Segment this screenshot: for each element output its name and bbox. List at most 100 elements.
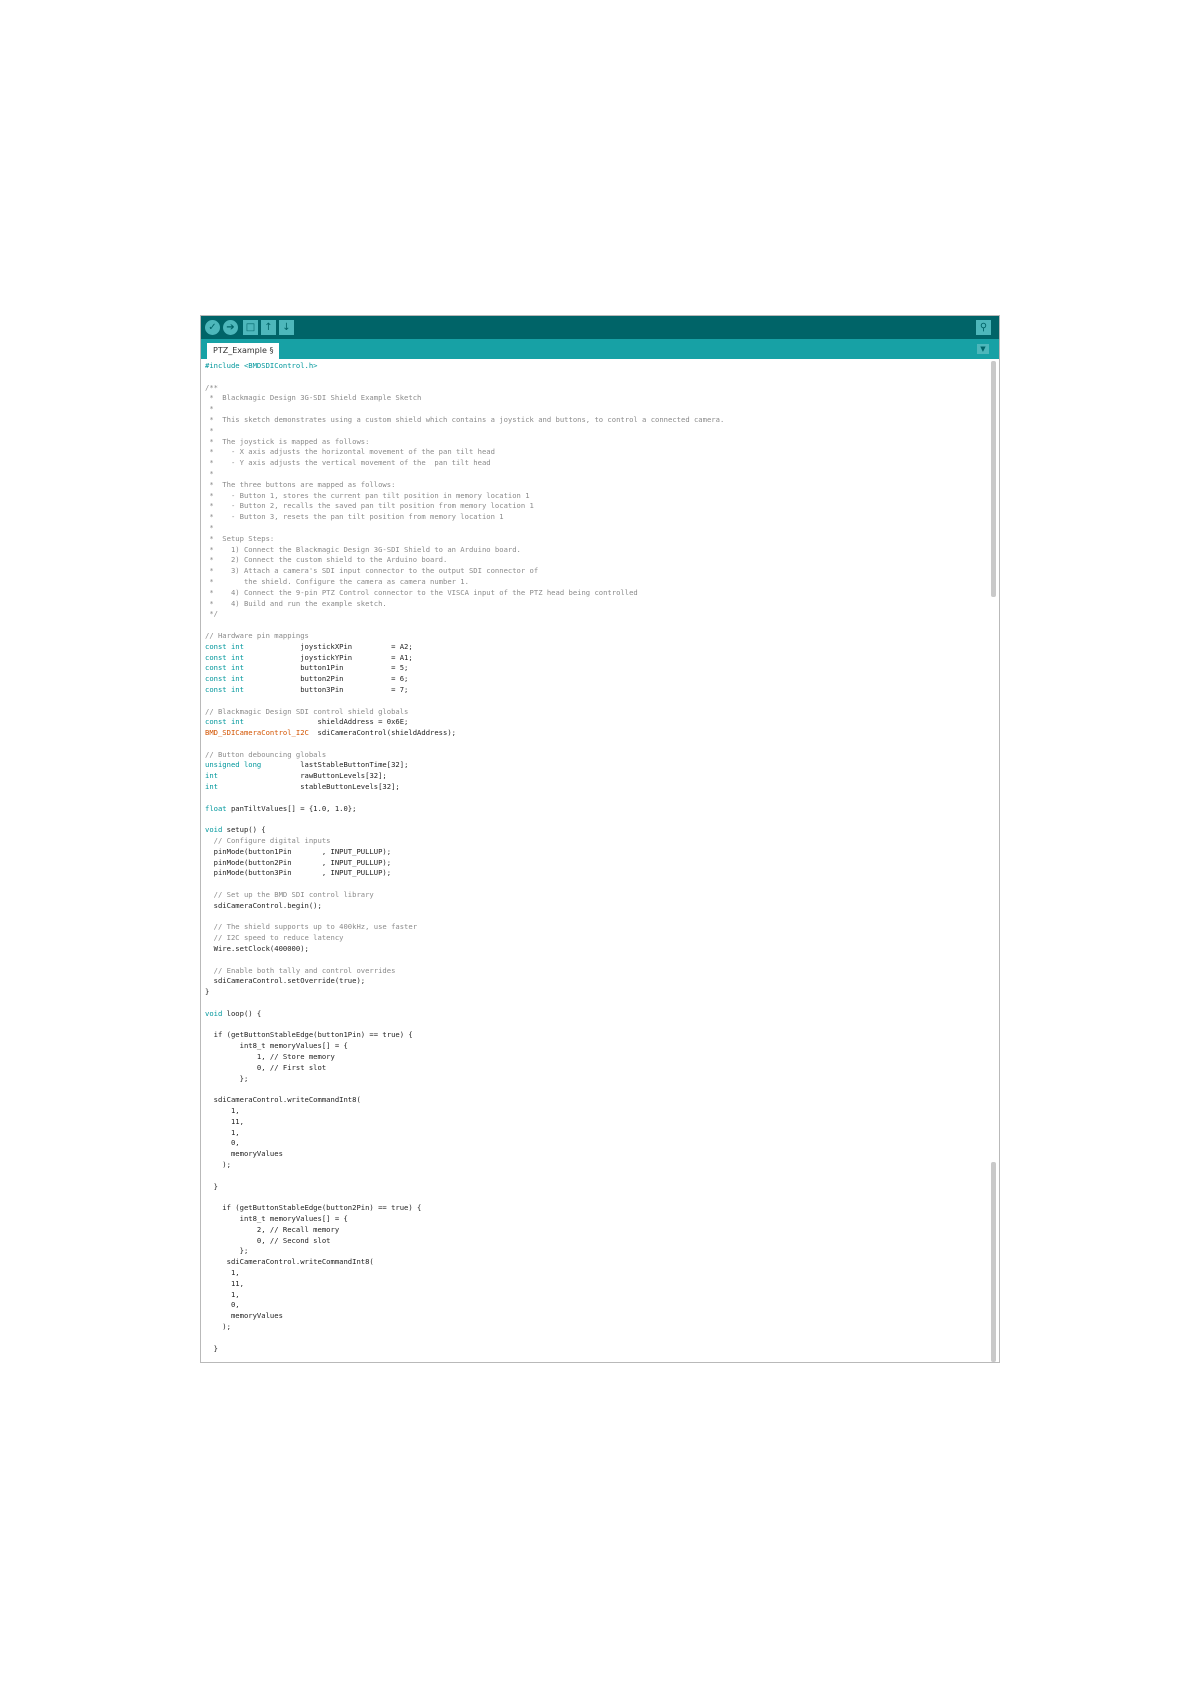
code-line: 11, [205, 1116, 244, 1126]
code-line: 1, [205, 1289, 240, 1299]
code-line: * [205, 425, 214, 435]
code-line: // Blackmagic Design SDI control shield … [205, 706, 409, 716]
code-line: } [205, 987, 210, 997]
code-line: * [205, 522, 214, 532]
code-line: * - X axis adjusts the horizontal moveme… [205, 447, 495, 457]
code-line: /** [205, 382, 218, 392]
scrollbar-thumb-upper[interactable] [991, 361, 996, 597]
code-line: int stableButtonLevels[32]; [205, 782, 400, 792]
code-line: * Setup Steps: [205, 533, 275, 543]
verify-icon: ✓ [208, 321, 217, 333]
code-line: sdiCameraControl.writeCommandInt8( [205, 1257, 374, 1267]
code-line: * 2) Connect the custom shield to the Ar… [205, 555, 448, 565]
code-line: pinMode(button1Pin , INPUT_PULLUP); [205, 846, 392, 856]
code-line: // Set up the BMD SDI control library [205, 890, 374, 900]
code-line: void loop() { [205, 1008, 262, 1018]
code-line: #include <BMDSDIControl.h> [205, 361, 318, 370]
arduino-ide-window: ✓ ➔ □ ↑ ↓ ⚲ PTZ_Example § ▼ #include <BM… [200, 315, 1000, 1363]
code-line: * - Button 1, stores the current pan til… [205, 490, 530, 500]
code-line: unsigned long lastStableButtonTime[32]; [205, 760, 409, 770]
code-line: * Blackmagic Design 3G-SDI Shield Exampl… [205, 393, 422, 403]
save-icon: ↓ [282, 321, 291, 333]
code-line: 11, [205, 1278, 244, 1288]
code-line: void setup() { [205, 825, 266, 835]
code-line: pinMode(button2Pin , INPUT_PULLUP); [205, 857, 392, 867]
tab-menu-icon: ▼ [980, 345, 986, 353]
tab-bar: PTZ_Example § ▼ [201, 339, 999, 359]
code-line: ); [205, 1321, 231, 1331]
code-line: 1, [205, 1127, 240, 1137]
open-icon: ↑ [264, 321, 273, 333]
code-line: } [205, 1343, 218, 1353]
code-line: }; [205, 1073, 249, 1083]
tab-ptz-example[interactable]: PTZ_Example § [207, 343, 280, 359]
serial-monitor-icon: ⚲ [979, 321, 988, 333]
code-line: } [205, 1181, 218, 1191]
code-line: if (getButtonStableEdge(button2Pin) == t… [205, 1203, 422, 1213]
scrollbar-thumb-lower[interactable] [991, 1162, 996, 1362]
code-line: 1, // Store memory [205, 1052, 335, 1061]
code-line: int8_t memoryValues[] = { [205, 1041, 348, 1051]
code-line: const int button3Pin = 7; [205, 684, 409, 694]
code-line: // Configure digital inputs [205, 836, 331, 846]
toolbar: ✓ ➔ □ ↑ ↓ ⚲ [201, 316, 999, 339]
code-line: int8_t memoryValues[] = { [205, 1213, 348, 1223]
code-line: float panTiltValues[] = {1.0, 1.0}; [205, 803, 357, 813]
upload-button[interactable]: ➔ [223, 320, 238, 335]
code-line: const int joystickXPin = A2; [205, 641, 413, 651]
code-line: * 1) Connect the Blackmagic Design 3G-SD… [205, 544, 521, 554]
code-line: sdiCameraControl.writeCommandInt8( [205, 1095, 361, 1105]
code-line: sdiCameraControl.begin(); [205, 900, 322, 910]
code-line: 0, // Second slot [205, 1235, 331, 1245]
code-line: 0, // First slot [205, 1062, 327, 1072]
code-line: pinMode(button3Pin , INPUT_PULLUP); [205, 868, 392, 878]
code-line: * - Y axis adjusts the vertical movement… [205, 458, 491, 468]
code-line: const int button1Pin = 5; [205, 663, 409, 673]
code-line: 1, [205, 1267, 240, 1277]
tab-menu-button[interactable]: ▼ [977, 344, 989, 354]
code-line: // Enable both tally and control overrid… [205, 965, 396, 975]
verify-button[interactable]: ✓ [205, 320, 220, 335]
code-line: const int joystickYPin = A1; [205, 652, 413, 662]
code-line: 2, // Recall memory [205, 1224, 340, 1234]
code-line: * [205, 404, 214, 414]
serial-monitor-button[interactable]: ⚲ [976, 320, 991, 335]
code-line: // The shield supports up to 400kHz, use… [205, 922, 418, 932]
code-line: */ [205, 609, 218, 619]
new-icon: □ [245, 321, 256, 333]
code-line: ); [205, 1159, 231, 1169]
code-line: const int button2Pin = 6; [205, 674, 409, 684]
code-line: * 3) Attach a camera's SDI input connect… [205, 566, 539, 576]
code-line: if (getButtonStableEdge(button1Pin) == t… [205, 1030, 413, 1040]
new-button[interactable]: □ [243, 320, 258, 335]
code-line: * The joystick is mapped as follows: [205, 436, 370, 446]
vertical-scrollbar[interactable] [989, 359, 999, 1362]
upload-icon: ➔ [226, 321, 235, 333]
code-area: #include <BMDSDIControl.h> /** * Blackmag… [205, 361, 724, 1354]
code-editor[interactable]: #include <BMDSDIControl.h> /** * Blackmag… [201, 359, 989, 1362]
save-button[interactable]: ↓ [279, 320, 294, 335]
code-line: memoryValues [205, 1311, 283, 1321]
code-line: 1, [205, 1105, 240, 1115]
code-line: 0, [205, 1300, 240, 1310]
code-line: * - Button 2, recalls the saved pan tilt… [205, 501, 534, 511]
code-line: memoryValues [205, 1149, 283, 1159]
code-line: int rawButtonLevels[32]; [205, 771, 387, 781]
code-line: * the shield. Configure the camera as ca… [205, 576, 469, 586]
code-line: // Hardware pin mappings [205, 630, 309, 640]
code-line: 0, [205, 1138, 240, 1148]
code-line: const int shieldAddress = 0x6E; [205, 717, 409, 727]
code-line: // I2C speed to reduce latency [205, 933, 344, 943]
open-button[interactable]: ↑ [261, 320, 276, 335]
